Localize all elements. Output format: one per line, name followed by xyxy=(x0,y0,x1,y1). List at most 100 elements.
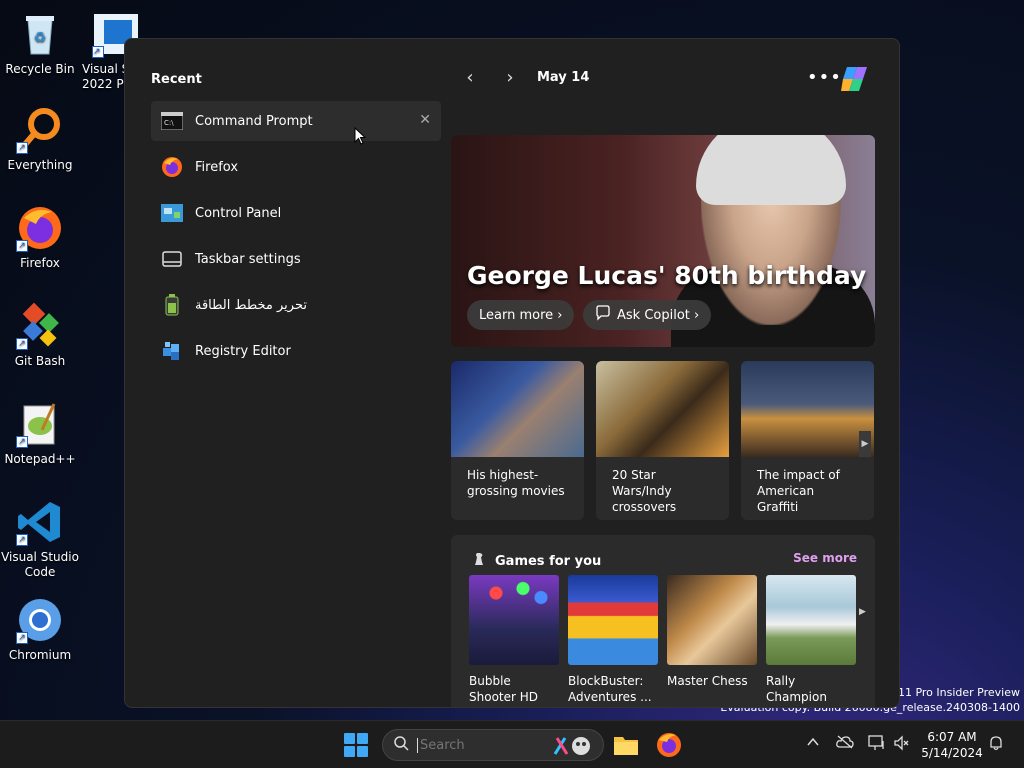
desktop-icon-recycle-bin[interactable]: ♻ Recycle Bin xyxy=(0,10,80,77)
game-image xyxy=(766,575,856,665)
clock-date: 5/14/2024 xyxy=(921,746,983,760)
battery-icon xyxy=(161,294,183,316)
game-name: Master Chess xyxy=(667,674,748,688)
desktop-icon-label: Everything xyxy=(7,158,73,172)
feed-date: May 14 xyxy=(537,70,590,85)
everything-search-icon: ↗ xyxy=(16,106,64,154)
game-name: BlockBuster: Adventures ... xyxy=(568,674,652,704)
game-tile[interactable]: Bubble Shooter HD xyxy=(469,575,559,705)
cloud-offline-icon[interactable] xyxy=(836,735,854,753)
game-tile[interactable]: Rally Champion xyxy=(766,575,856,705)
desktop-icon-label: Notepad++ xyxy=(4,452,76,466)
copilot-icon[interactable] xyxy=(839,63,871,95)
shortcut-arrow-icon: ↗ xyxy=(16,436,28,448)
network-icon[interactable] xyxy=(868,735,886,755)
remove-item-button[interactable]: ✕ xyxy=(419,112,431,128)
learn-more-label: Learn more › xyxy=(479,307,563,323)
news-card-image xyxy=(596,361,729,457)
windows-start-button[interactable] xyxy=(344,733,368,757)
hero-card[interactable]: George Lucas' 80th birthday Learn more ›… xyxy=(451,135,875,347)
search-input[interactable] xyxy=(417,737,537,753)
notification-bell-icon[interactable] xyxy=(988,735,1004,755)
shortcut-arrow-icon: ↗ xyxy=(16,142,28,154)
learn-more-button[interactable]: Learn more › xyxy=(467,300,575,330)
game-name: Rally Champion xyxy=(766,674,827,704)
clock-time: 6:07 AM xyxy=(927,730,977,744)
chat-bubble-icon xyxy=(595,305,611,325)
more-options-button[interactable]: ••• xyxy=(807,67,842,88)
game-image xyxy=(469,575,559,665)
start-menu: Recent C:\ Command Prompt ✕ Firefox Cont… xyxy=(124,38,900,708)
notepad-plus-plus-icon: ↗ xyxy=(16,400,64,448)
svg-text:C:\: C:\ xyxy=(164,119,174,127)
news-card[interactable]: His highest-grossing movies xyxy=(451,361,584,520)
hero-image-hair xyxy=(696,135,846,205)
desktop-icon-firefox[interactable]: ↗ Firefox xyxy=(0,204,80,271)
ask-copilot-button[interactable]: Ask Copilot › xyxy=(583,300,712,330)
registry-icon xyxy=(161,340,183,362)
desktop-icon-notepad-plus-plus[interactable]: ↗ Notepad++ xyxy=(0,400,80,467)
news-card-title: His highest-grossing movies xyxy=(467,468,565,498)
recent-item-control-panel[interactable]: Control Panel xyxy=(151,193,441,233)
taskbar-search-box[interactable] xyxy=(382,729,604,761)
game-tile[interactable]: Master Chess xyxy=(667,575,757,689)
firefox-icon[interactable] xyxy=(655,731,683,759)
desktop-icon-everything[interactable]: ↗ Everything xyxy=(0,106,80,173)
shortcut-arrow-icon: ↗ xyxy=(16,240,28,252)
scroll-right-button[interactable]: ▶ xyxy=(859,431,871,457)
game-tile[interactable]: BlockBuster: Adventures ... xyxy=(568,575,658,705)
hero-title: George Lucas' 80th birthday xyxy=(467,261,867,290)
games-heading: Games for you xyxy=(471,551,601,571)
ask-copilot-label: Ask Copilot › xyxy=(617,307,700,323)
recent-item-command-prompt[interactable]: C:\ Command Prompt ✕ xyxy=(151,101,441,141)
chess-piece-icon xyxy=(471,551,487,571)
shortcut-arrow-icon: ↗ xyxy=(16,632,28,644)
recycle-bin-icon: ♻ xyxy=(16,10,64,58)
svg-text:♻: ♻ xyxy=(34,30,47,46)
see-more-link[interactable]: See more xyxy=(793,551,857,565)
recent-item-label: Taskbar settings xyxy=(195,251,301,267)
desktop-icon-label: Visual Studio Code xyxy=(1,550,79,579)
git-bash-icon: ↗ xyxy=(16,302,64,350)
game-name: Bubble Shooter HD xyxy=(469,674,539,704)
news-card-image xyxy=(451,361,584,457)
news-card-image xyxy=(741,361,874,457)
control-panel-icon xyxy=(161,202,183,224)
terminal-icon: C:\ xyxy=(161,110,183,132)
recent-item-label: Firefox xyxy=(195,159,239,175)
desktop-icon-chromium[interactable]: ↗ Chromium xyxy=(0,596,80,663)
game-image xyxy=(568,575,658,665)
shortcut-arrow-icon: ↗ xyxy=(92,46,104,58)
search-icon xyxy=(393,735,409,755)
news-card-title: 20 Star Wars/Indy crossovers xyxy=(612,468,677,514)
taskbar-icon xyxy=(161,248,183,270)
recent-item-taskbar-settings[interactable]: Taskbar settings xyxy=(151,239,441,279)
recent-item-firefox[interactable]: Firefox xyxy=(151,147,441,187)
desktop-icon-label: Firefox xyxy=(20,256,60,270)
next-day-button[interactable]: › xyxy=(495,67,525,88)
volume-muted-icon[interactable] xyxy=(894,735,910,755)
mouse-cursor-icon xyxy=(354,126,367,149)
recent-item-label: Command Prompt xyxy=(195,113,313,129)
feed-navigation: ‹ › May 14 xyxy=(455,67,589,88)
news-card[interactable]: 20 Star Wars/Indy crossovers xyxy=(596,361,729,520)
desktop-icon-git-bash[interactable]: ↗ Git Bash xyxy=(0,302,80,369)
taskbar: 6:07 AM 5/14/2024 xyxy=(0,720,1024,768)
chromium-icon: ↗ xyxy=(16,596,64,644)
recent-item-registry-editor[interactable]: Registry Editor xyxy=(151,331,441,371)
search-highlight-icon xyxy=(551,734,595,762)
firefox-icon: ↗ xyxy=(16,204,64,252)
game-image xyxy=(667,575,757,665)
shortcut-arrow-icon: ↗ xyxy=(16,534,28,546)
recent-item-label: Control Panel xyxy=(195,205,282,221)
desktop-icon-vscode[interactable]: ↗ Visual Studio Code xyxy=(0,498,80,580)
system-clock[interactable]: 6:07 AM 5/14/2024 xyxy=(920,729,984,761)
games-title: Games for you xyxy=(495,553,602,569)
news-card[interactable]: The impact of American Graffiti xyxy=(741,361,874,520)
recent-heading: Recent xyxy=(151,72,202,87)
games-scroll-right-button[interactable]: ▶ xyxy=(859,607,866,617)
file-explorer-icon[interactable] xyxy=(612,731,640,759)
chevron-up-icon[interactable] xyxy=(806,735,820,753)
recent-item-power-plan[interactable]: تحرير مخطط الطاقة xyxy=(151,285,441,325)
previous-day-button[interactable]: ‹ xyxy=(455,67,485,88)
